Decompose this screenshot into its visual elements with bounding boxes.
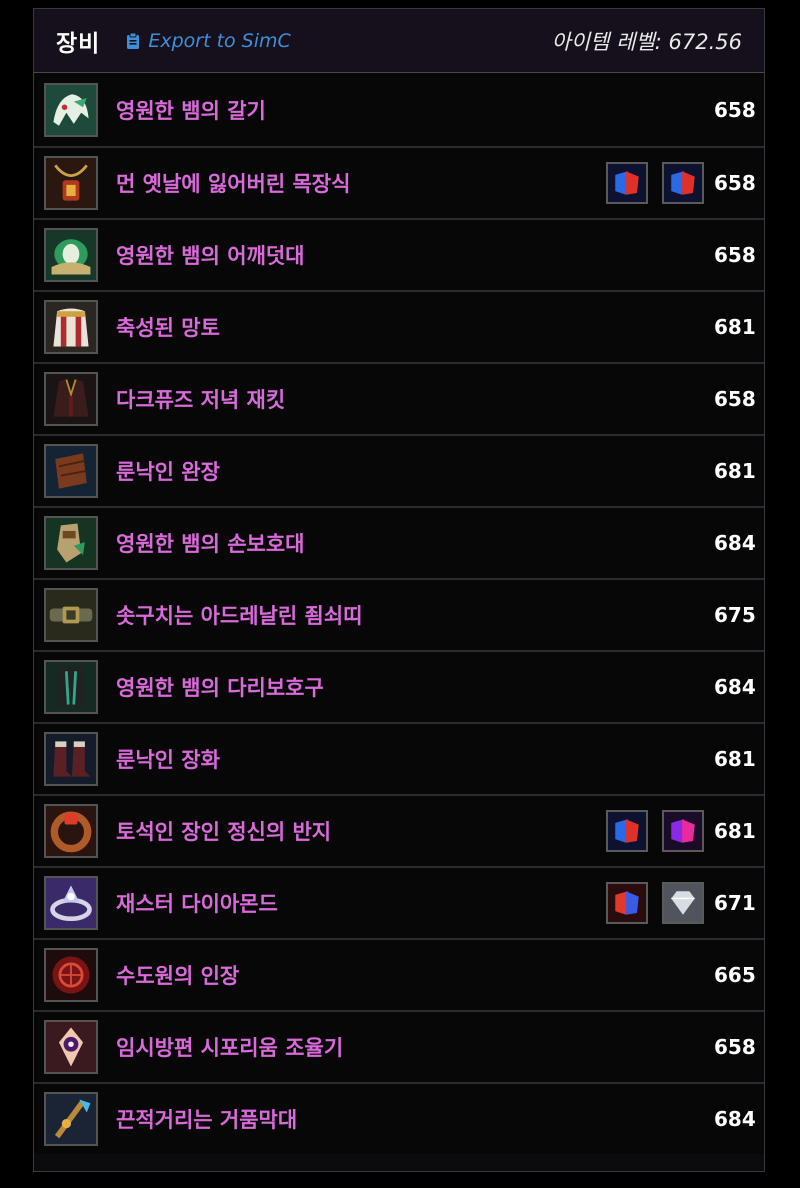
ring-icon[interactable]	[44, 804, 98, 858]
equipment-row[interactable]: 영원한 뱀의 손보호대 684	[34, 506, 764, 578]
serpent-shoulders-icon[interactable]	[44, 228, 98, 282]
equipment-row[interactable]: 먼 옛날에 잃어버린 목장식 658	[34, 146, 764, 218]
item-name[interactable]: 임시방편 시포리움 조율기	[116, 1032, 714, 1062]
item-level: 658	[714, 387, 756, 411]
diamond-ring-icon[interactable]	[44, 876, 98, 930]
staff-icon[interactable]	[44, 1092, 98, 1146]
red-blue-gem-icon[interactable]	[606, 882, 648, 924]
item-name[interactable]: 영원한 뱀의 갈기	[116, 95, 714, 125]
item-name[interactable]: 영원한 뱀의 손보호대	[116, 528, 714, 558]
serpent-helm-icon[interactable]	[44, 82, 98, 137]
blue-red-gem-icon[interactable]	[606, 162, 648, 204]
ciborium-icon[interactable]	[44, 1020, 98, 1074]
pink-blue-gem-icon[interactable]	[662, 810, 704, 852]
item-level: 675	[714, 603, 756, 627]
item-level: 681	[714, 315, 756, 339]
item-level: 684	[714, 675, 756, 699]
equipment-header: 장비 Export to SimC 아이템 레벨: 672.56	[34, 9, 764, 73]
equipment-list: 영원한 뱀의 갈기 658 먼 옛날에 잃어버린 목장식 658 영원한 뱀의 어깨덧대…	[34, 73, 764, 1154]
item-name[interactable]: 토석인 장인 정신의 반지	[116, 816, 606, 846]
clipboard-icon	[126, 32, 140, 50]
item-level: 681	[714, 747, 756, 771]
belt-icon[interactable]	[44, 588, 98, 642]
gem-sockets	[606, 810, 704, 852]
equipment-row[interactable]: 영원한 뱀의 갈기 658	[34, 73, 764, 146]
item-name[interactable]: 다크퓨즈 저녁 재킷	[116, 384, 714, 414]
jacket-icon[interactable]	[44, 372, 98, 426]
item-name[interactable]: 영원한 뱀의 어깨덧대	[116, 240, 714, 270]
gem-sockets	[606, 162, 704, 204]
cloak-icon[interactable]	[44, 300, 98, 354]
equipment-row[interactable]: 룬낙인 장화 681	[34, 722, 764, 794]
item-name[interactable]: 재스터 다이아몬드	[116, 888, 606, 918]
equipment-row[interactable]: 다크퓨즈 저녁 재킷 658	[34, 362, 764, 434]
item-name[interactable]: 먼 옛날에 잃어버린 목장식	[116, 168, 606, 198]
equipment-panel: 장비 Export to SimC 아이템 레벨: 672.56 영원한 뱀의 …	[33, 8, 765, 1172]
item-level: 684	[714, 531, 756, 555]
item-name[interactable]: 룬낙인 완장	[116, 456, 714, 486]
bracer-icon[interactable]	[44, 444, 98, 498]
equipment-row[interactable]: 축성된 망토 681	[34, 290, 764, 362]
item-name[interactable]: 끈적거리는 거품막대	[116, 1104, 714, 1134]
item-level: 681	[714, 819, 756, 843]
equipment-row[interactable]: 수도원의 인장 665	[34, 938, 764, 1010]
boots-icon[interactable]	[44, 732, 98, 786]
item-level: 658	[714, 1035, 756, 1059]
item-level: 658	[714, 243, 756, 267]
necklace-icon[interactable]	[44, 156, 98, 210]
item-name[interactable]: 수도원의 인장	[116, 960, 714, 990]
equipment-row[interactable]: 끈적거리는 거품막대 684	[34, 1082, 764, 1154]
item-name[interactable]: 영원한 뱀의 다리보호구	[116, 672, 714, 702]
seal-icon[interactable]	[44, 948, 98, 1002]
equipment-row[interactable]: 솟구치는 아드레날린 죔쇠띠 675	[34, 578, 764, 650]
average-item-level: 아이템 레벨: 672.56	[551, 29, 742, 54]
equipment-row[interactable]: 영원한 뱀의 어깨덧대 658	[34, 218, 764, 290]
item-name[interactable]: 축성된 망토	[116, 312, 714, 342]
serpent-legs-icon[interactable]	[44, 660, 98, 714]
gem-sockets	[606, 882, 704, 924]
blue-red-gem-icon[interactable]	[606, 810, 648, 852]
item-level: 684	[714, 1107, 756, 1131]
equipment-row[interactable]: 임시방편 시포리움 조율기 658	[34, 1010, 764, 1082]
export-label: Export to SimC	[148, 29, 291, 52]
serpent-gloves-icon[interactable]	[44, 516, 98, 570]
equipment-row[interactable]: 토석인 장인 정신의 반지 681	[34, 794, 764, 866]
item-name[interactable]: 솟구치는 아드레날린 죔쇠띠	[116, 600, 714, 630]
item-level: 681	[714, 459, 756, 483]
equipment-row[interactable]: 룬낙인 완장 681	[34, 434, 764, 506]
item-level: 665	[714, 963, 756, 987]
blue-red-gem-icon[interactable]	[662, 162, 704, 204]
equipment-title: 장비	[56, 30, 101, 57]
equipment-row[interactable]: 영원한 뱀의 다리보호구 684	[34, 650, 764, 722]
item-level: 671	[714, 891, 756, 915]
white-diamond-gem-icon[interactable]	[662, 882, 704, 924]
equipment-row[interactable]: 재스터 다이아몬드 671	[34, 866, 764, 938]
item-level: 658	[714, 97, 756, 122]
item-level: 658	[714, 171, 756, 195]
item-name[interactable]: 룬낙인 장화	[116, 744, 714, 774]
export-to-simc-link[interactable]: Export to SimC	[126, 29, 291, 52]
